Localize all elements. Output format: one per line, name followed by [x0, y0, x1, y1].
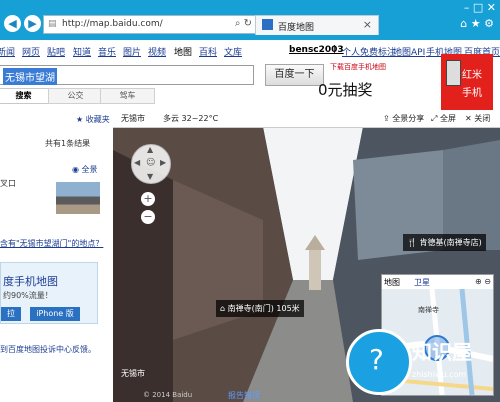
report-error-link[interactable]: 报告错误 [228, 390, 260, 401]
app-promo-subtitle: 约90%流量！ [3, 291, 53, 300]
nav-link-api[interactable]: 地图API [393, 45, 425, 58]
restaurant-icon: 🍴 [407, 238, 420, 247]
question-link[interactable]: 含有"无锡市望湖门"的地点？ [0, 238, 103, 249]
close-panorama-button[interactable]: ✕ 关闭 [465, 113, 490, 124]
browser-chrome: ◀ ▶ ▤ http://map.baidu.com/ ⌕ ↻ 百度地图 × –… [0, 0, 500, 40]
close-label: 关闭 [474, 114, 491, 123]
result-panel: ★ 收藏夹 共有1条结果 ◉ 全景 叉口 含有"无锡市望湖门"的地点？ 度手机地… [0, 110, 114, 402]
page-icon: ▤ [48, 19, 57, 29]
phone-ad-line2: 手机 [462, 88, 482, 99]
toolbar-icons[interactable]: ⌂ ★ ⚙ [460, 17, 494, 30]
back-arrow-icon: ◀ [8, 17, 17, 30]
poi-nanchan-temple[interactable]: ⌂ 南禅寺(南门) 105米 [216, 300, 304, 317]
tab-drive[interactable]: 驾车 [100, 88, 155, 104]
phone-ad-line1: 红米 [462, 70, 482, 81]
favorites-label: 收藏夹 [85, 115, 110, 124]
search-button[interactable]: 百度一下 [265, 64, 324, 86]
zoom-in-button[interactable]: + [141, 192, 155, 206]
tab-favicon-icon [262, 19, 273, 30]
result-thumbnail[interactable] [56, 182, 100, 214]
navigation-compass[interactable]: ▲ ▼ ◀ ▶ ☺ [131, 144, 171, 184]
nav-link-images[interactable]: 图片 [123, 45, 141, 58]
iphone-download-button[interactable]: iPhone 版 [30, 307, 80, 321]
nav-link-music[interactable]: 音乐 [98, 45, 116, 58]
nav-link-tieba[interactable]: 贴吧 [47, 45, 65, 58]
ad-lottery-text[interactable]: 0元抽奖 [318, 79, 373, 100]
baidu-nav: 新闻 网页 贴吧 知道 音乐 图片 视频 地图 百科 文库 bensc2003 … [0, 40, 500, 61]
nav-link-news[interactable]: 新闻 [0, 45, 15, 58]
north-arrow-icon[interactable]: ▲ [147, 145, 153, 154]
temple-icon: ⌂ [220, 304, 228, 313]
ad-small-text[interactable]: 下载百度手机地图 [330, 62, 386, 72]
tab-close-icon[interactable]: × [363, 18, 372, 31]
tab-baidu-map[interactable]: 百度地图 × [255, 15, 379, 35]
panorama-link[interactable]: ◉ 全景 [72, 164, 98, 175]
app-promo-title: 度手机地图 [3, 275, 58, 288]
panorama-link-label: 全景 [81, 165, 98, 174]
address-text: http://map.baidu.com/ [62, 19, 163, 29]
fullscreen-label: 全屏 [439, 114, 456, 123]
zhishiwu-watermark: ? 知识屋 zhishiwu.com [346, 322, 498, 399]
watermark-url: zhishiwu.com [412, 370, 467, 379]
panorama-info-bar: 无锡市 多云 32~22°C ⇪ 全景分享 ⤢ 全屏 ✕ 关闭 [113, 110, 500, 128]
search-input-value: 无锡市望湖 [3, 68, 57, 85]
share-label: 全景分享 [392, 114, 425, 123]
mini-map-tabs: 地图 卫星 ⊕ ⊖ [382, 275, 493, 289]
watermark-title: 知识屋 [412, 340, 472, 364]
back-button[interactable]: ◀ [4, 15, 21, 32]
nav-link-free-mark[interactable]: 个人免费标注 [342, 45, 396, 58]
east-arrow-icon[interactable]: ▶ [160, 158, 166, 167]
result-count: 共有1条结果 [45, 139, 91, 148]
tab-title: 百度地图 [278, 23, 315, 33]
copyright-text: © 2014 Baidu [143, 391, 193, 399]
nav-link-map[interactable]: 地图 [174, 45, 192, 58]
person-icon: ☺ [146, 158, 156, 168]
refresh-icon[interactable]: ⌕ ↻ [235, 18, 252, 29]
nav-link-video[interactable]: 视频 [148, 45, 166, 58]
phone-ad-banner[interactable]: 红米 手机 [441, 54, 493, 110]
panorama-city-label: 无锡市 [121, 369, 145, 378]
tab-transit[interactable]: 公交 [48, 88, 103, 104]
mobile-app-promo: 度手机地图 约90%流量！ 拉 iPhone 版 [0, 262, 98, 324]
search-input[interactable]: 无锡市望湖 [0, 65, 254, 85]
favorites-link[interactable]: ★ 收藏夹 [76, 114, 110, 125]
android-download-button[interactable]: 拉 [1, 307, 21, 321]
nav-link-baike[interactable]: 百科 [199, 45, 217, 58]
weather-text: 多云 32~22°C [163, 114, 219, 123]
window-controls[interactable]: – □ ✕ [464, 1, 496, 14]
west-arrow-icon[interactable]: ◀ [134, 158, 140, 167]
mini-map-poi-label: 南禅寺 [418, 306, 439, 314]
tab-satellite[interactable]: 卫星 [414, 277, 430, 288]
mini-map-zoom-icon[interactable]: ⊕ ⊖ [475, 277, 491, 286]
zoom-out-button[interactable]: − [141, 210, 155, 224]
tab-map[interactable]: 地图 [384, 277, 400, 288]
address-bar[interactable]: ▤ http://map.baidu.com/ ⌕ ↻ [43, 15, 257, 34]
poi2-label: 肯德基(南禅寺店) [419, 238, 482, 247]
tab-search[interactable]: 搜索 [0, 88, 51, 104]
forward-arrow-icon: ▶ [28, 17, 37, 30]
poi-kfc[interactable]: 🍴 肯德基(南禅寺店) [403, 234, 486, 251]
divider: | [333, 45, 337, 55]
poi1-label: 南禅寺(南门) 105米 [227, 304, 300, 313]
south-arrow-icon[interactable]: ▼ [147, 172, 153, 181]
nav-link-wenku[interactable]: 文库 [224, 45, 242, 58]
current-city[interactable]: 无锡市 [121, 113, 145, 124]
nav-link-web[interactable]: 网页 [22, 45, 40, 58]
zhishiwu-logo-icon: ? [346, 329, 412, 395]
fullscreen-button[interactable]: ⤢ 全屏 [431, 113, 456, 124]
question-mark-icon: ? [369, 343, 384, 376]
share-panorama-button[interactable]: ⇪ 全景分享 [383, 113, 424, 124]
phone-image [446, 60, 461, 86]
result-location: 叉口 [0, 179, 16, 188]
nav-link-zhidao[interactable]: 知道 [73, 45, 91, 58]
forward-button[interactable]: ▶ [24, 15, 41, 32]
feedback-text[interactable]: 到百度地图投诉中心反馈。 [0, 344, 96, 355]
search-area: 无锡市望湖 百度一下 搜索 公交 驾车 [0, 60, 500, 110]
